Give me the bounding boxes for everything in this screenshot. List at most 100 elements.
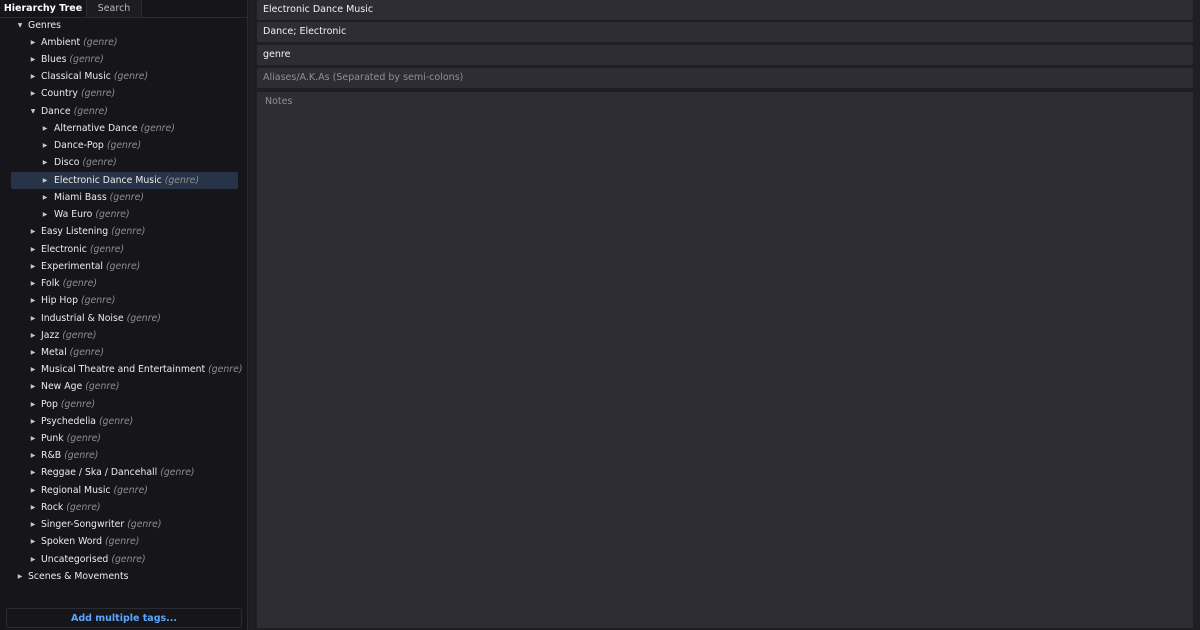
tree-node-label: Reggae / Ska / Dancehall bbox=[41, 467, 158, 478]
tree-node-type: (genre) bbox=[69, 347, 104, 358]
hierarchy-tree: ▼ Genres ▶ Ambient (genre) ▶ Blues (genre)… bbox=[0, 17, 247, 592]
tree-node-label: Metal bbox=[41, 347, 67, 358]
chevron-right-icon[interactable]: ▶ bbox=[29, 241, 37, 258]
aliases-field[interactable]: Aliases/A.K.As (Separated by semi-colons… bbox=[257, 68, 1193, 88]
tree-node-type: (genre) bbox=[83, 37, 118, 48]
tree-node-type: (genre) bbox=[82, 157, 117, 168]
app-window: Hierarchy Tree Search ▼ Genres ▶ Ambient… bbox=[0, 0, 1200, 630]
tree-node-label: Regional Music bbox=[41, 485, 111, 496]
tree-node-label: Miami Bass bbox=[54, 192, 107, 203]
chevron-right-icon[interactable]: ▶ bbox=[29, 327, 37, 344]
tab-search[interactable]: Search bbox=[87, 0, 142, 17]
chevron-right-icon[interactable]: ▶ bbox=[29, 482, 37, 499]
tree-node-label: Wa Euro bbox=[54, 209, 93, 220]
tree-node-label: Alternative Dance bbox=[54, 123, 138, 134]
tree-node-type: (genre) bbox=[126, 313, 161, 324]
tree-node-label: Rock bbox=[41, 502, 64, 513]
parent-tags-field[interactable]: Dance; Electronic bbox=[257, 22, 1193, 42]
tree-node-label: R&B bbox=[41, 450, 62, 461]
tree-node-type: (genre) bbox=[113, 485, 148, 496]
tree-node-type: (genre) bbox=[113, 71, 149, 82]
chevron-right-icon[interactable]: ▶ bbox=[29, 85, 37, 102]
chevron-right-icon[interactable]: ▶ bbox=[29, 51, 37, 68]
chevron-right-icon[interactable]: ▶ bbox=[29, 499, 37, 516]
chevron-right-icon[interactable]: ▶ bbox=[41, 120, 49, 137]
tree-node-type: (genre) bbox=[95, 209, 130, 220]
tree-node-label: Pop bbox=[41, 399, 58, 410]
chevron-right-icon[interactable]: ▶ bbox=[29, 344, 37, 361]
tree-node-type: (genre) bbox=[89, 244, 125, 255]
tree-node-type: (genre) bbox=[99, 416, 134, 427]
chevron-right-icon[interactable]: ▶ bbox=[29, 292, 37, 309]
chevron-right-icon[interactable]: ▶ bbox=[29, 361, 37, 378]
tree-node-label: Psychedelia bbox=[41, 416, 96, 427]
chevron-right-icon[interactable]: ▶ bbox=[41, 206, 49, 223]
tree-node-type: (genre) bbox=[62, 278, 97, 289]
tree-node-label: Jazz bbox=[41, 330, 60, 341]
tree-node-type: (genre) bbox=[106, 140, 142, 151]
tree-node-electronic-dance-music[interactable]: ▶ Electronic Dance Music (genre) bbox=[0, 172, 247, 189]
chevron-right-icon[interactable]: ▶ bbox=[29, 275, 37, 292]
tree-node-label: Spoken Word bbox=[41, 536, 103, 547]
chevron-right-icon[interactable]: ▶ bbox=[29, 396, 37, 413]
chevron-right-icon[interactable]: ▶ bbox=[29, 533, 37, 550]
tree-node-label: Hip Hop bbox=[41, 295, 79, 306]
tag-type-field[interactable]: genre bbox=[257, 45, 1193, 65]
chevron-right-icon[interactable]: ▶ bbox=[29, 516, 37, 533]
tree-node-type: (genre) bbox=[66, 502, 101, 513]
chevron-right-icon[interactable]: ▶ bbox=[29, 310, 37, 327]
sidebar-tabs: Hierarchy Tree Search bbox=[0, 0, 247, 18]
tree-node-type: (genre) bbox=[66, 433, 101, 444]
tree-node-label: Electronic Dance Music bbox=[54, 175, 162, 186]
tree-node-type: (genre) bbox=[105, 536, 140, 547]
tree-node-type: (genre) bbox=[85, 381, 120, 392]
tree-node-type: (genre) bbox=[64, 450, 99, 461]
chevron-right-icon[interactable]: ▶ bbox=[16, 568, 24, 585]
tree-node-type: (genre) bbox=[69, 54, 104, 65]
chevron-right-icon[interactable]: ▶ bbox=[29, 413, 37, 430]
tree-node-type: (genre) bbox=[106, 261, 141, 272]
chevron-down-icon[interactable]: ▼ bbox=[29, 103, 37, 120]
tree-node-type: (genre) bbox=[164, 175, 200, 186]
tag-name-field[interactable]: Electronic Dance Music bbox=[257, 0, 1193, 20]
chevron-right-icon[interactable]: ▶ bbox=[29, 223, 37, 240]
tree-node-label: Musical Theatre and Entertainment bbox=[41, 364, 206, 375]
tree-node-label: Classical Music bbox=[41, 71, 111, 82]
tree-node-label: Easy Listening bbox=[41, 226, 109, 237]
tree-node-label: Dance bbox=[41, 106, 71, 117]
tree-node-type: (genre) bbox=[127, 519, 162, 530]
tree-node-label: Disco bbox=[54, 157, 80, 168]
tree-node-type: (genre) bbox=[73, 106, 108, 117]
chevron-right-icon[interactable]: ▶ bbox=[29, 258, 37, 275]
tree-node-type: (genre) bbox=[111, 554, 146, 565]
tree-node-label: Scenes & Movements bbox=[28, 571, 129, 582]
chevron-right-icon[interactable]: ▶ bbox=[41, 172, 49, 189]
tab-hierarchy-tree[interactable]: Hierarchy Tree bbox=[0, 0, 87, 17]
chevron-right-icon[interactable]: ▶ bbox=[29, 447, 37, 464]
tree-node-label: Punk bbox=[41, 433, 64, 444]
tree-node-label: Ambient bbox=[41, 37, 81, 48]
tree-node-label: Genres bbox=[28, 20, 61, 31]
chevron-right-icon[interactable]: ▶ bbox=[29, 378, 37, 395]
tree-node-label: Experimental bbox=[41, 261, 103, 272]
chevron-right-icon[interactable]: ▶ bbox=[29, 430, 37, 447]
tree-node-type: (genre) bbox=[80, 88, 116, 99]
tree-node-label: Blues bbox=[41, 54, 67, 65]
chevron-right-icon[interactable]: ▶ bbox=[41, 154, 49, 171]
chevron-right-icon[interactable]: ▶ bbox=[41, 189, 49, 206]
chevron-right-icon[interactable]: ▶ bbox=[41, 137, 49, 154]
chevron-right-icon[interactable]: ▶ bbox=[29, 551, 37, 568]
tree-node-type: (genre) bbox=[62, 330, 97, 341]
tree-node-label: Country bbox=[41, 88, 78, 99]
chevron-right-icon[interactable]: ▶ bbox=[29, 34, 37, 51]
tree-node-type: (genre) bbox=[208, 364, 243, 375]
chevron-right-icon[interactable]: ▶ bbox=[29, 464, 37, 481]
tree-node-type: (genre) bbox=[81, 295, 116, 306]
tag-editor: Electronic Dance Music Dance; Electronic… bbox=[249, 0, 1200, 630]
chevron-down-icon[interactable]: ▼ bbox=[16, 17, 24, 34]
chevron-right-icon[interactable]: ▶ bbox=[29, 68, 37, 85]
tree-node-label: Electronic bbox=[41, 244, 87, 255]
sidebar: Hierarchy Tree Search ▼ Genres ▶ Ambient… bbox=[0, 0, 248, 630]
add-multiple-tags-button[interactable]: Add multiple tags... bbox=[6, 608, 242, 628]
notes-textarea[interactable]: Notes bbox=[257, 92, 1193, 628]
